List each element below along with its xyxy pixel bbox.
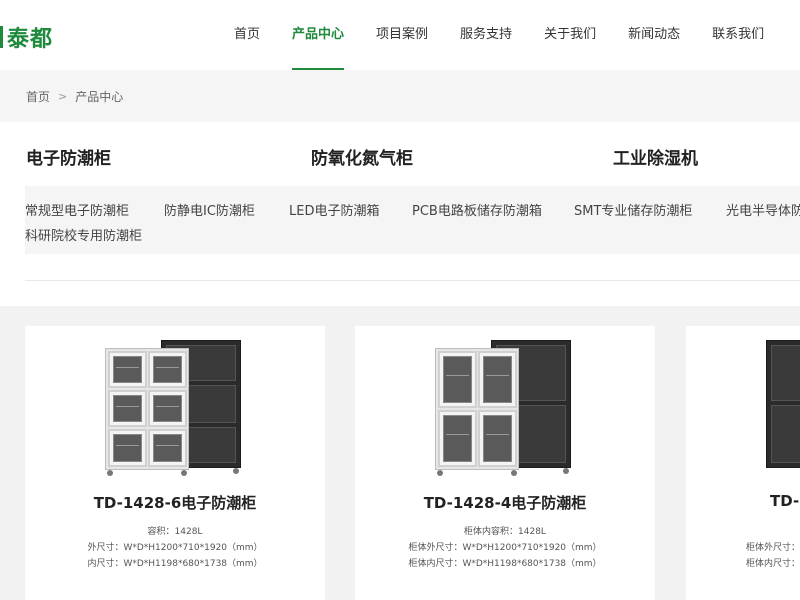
- product-image[interactable]: [766, 340, 800, 478]
- subcategory-item[interactable]: PCB电路板储存防潮箱: [412, 200, 542, 219]
- product-title[interactable]: TD-1428-6电子防潮柜: [25, 492, 325, 513]
- product-spec: 柜体外尺寸：: [746, 543, 800, 553]
- subcategory-item[interactable]: 科研院校专用防潮柜: [25, 225, 142, 244]
- subcategory-item[interactable]: 光电半导体防: [726, 200, 800, 219]
- category-title-dehumidifier[interactable]: 工业除湿机: [613, 144, 698, 169]
- divider: [25, 280, 800, 281]
- product-image[interactable]: [105, 340, 245, 478]
- logo-mark: [0, 26, 3, 48]
- product-card[interactable]: TD-1428-6电子防潮柜 容积：1428L 外尺寸：W*D*H1200*71…: [25, 326, 325, 600]
- nav-item-news[interactable]: 新闻动态: [612, 0, 696, 70]
- breadcrumb-separator-icon: >: [58, 90, 68, 103]
- main-nav: 首页 产品中心 项目案例 服务支持 关于我们 新闻动态 联系我们: [218, 0, 780, 70]
- product-spec: 柜体内容积：1428L: [464, 527, 546, 537]
- nav-item-products[interactable]: 产品中心: [276, 0, 360, 70]
- subcategory-item[interactable]: 防静电IC防潮柜: [164, 200, 255, 219]
- product-image[interactable]: [435, 340, 575, 478]
- product-spec: 柜体外尺寸：W*D*H1200*710*1920（mm）: [408, 543, 602, 553]
- cabinet-dark-image: [766, 340, 800, 468]
- nav-item-about[interactable]: 关于我们: [528, 0, 612, 70]
- product-title[interactable]: TD-1428-4电子防潮柜: [355, 492, 655, 513]
- breadcrumb-current[interactable]: 产品中心: [75, 88, 123, 105]
- product-spec: 外尺寸：W*D*H1200*710*1920（mm）: [87, 543, 263, 553]
- product-spec: 柜体内尺寸：W*D*H1198*680*1738（mm）: [408, 559, 602, 569]
- breadcrumb: 首页 > 产品中心: [26, 88, 123, 105]
- subcategory-band: 常规型电子防潮柜 防静电IC防潮柜 LED电子防潮箱 PCB电路板储存防潮箱 S…: [25, 186, 800, 254]
- subcategory-item[interactable]: SMT专业储存防潮柜: [574, 200, 692, 219]
- product-card[interactable]: TD-1428-4电子防潮柜 柜体内容积：1428L 柜体外尺寸：W*D*H12…: [355, 326, 655, 600]
- cabinet-light-image: [435, 348, 519, 470]
- breadcrumb-band: 首页 > 产品中心: [0, 70, 800, 122]
- nav-item-home[interactable]: 首页: [218, 0, 276, 70]
- brand-logo[interactable]: 泰都: [0, 22, 53, 52]
- product-title[interactable]: TD-: [770, 492, 799, 510]
- site-header: 泰都 首页 产品中心 项目案例 服务支持 关于我们 新闻动态 联系我们: [0, 0, 800, 70]
- cabinet-light-image: [105, 348, 189, 470]
- nav-item-support[interactable]: 服务支持: [444, 0, 528, 70]
- subcategory-item[interactable]: LED电子防潮箱: [289, 200, 379, 219]
- category-section: 电子防潮柜 防氧化氮气柜 工业除湿机 常规型电子防潮柜 防静电IC防潮柜 LED…: [0, 122, 800, 306]
- subcategory-item[interactable]: 常规型电子防潮柜: [25, 200, 129, 219]
- product-spec: 内尺寸：W*D*H1198*680*1738（mm）: [87, 559, 263, 569]
- product-list: TD-1428-6电子防潮柜 容积：1428L 外尺寸：W*D*H1200*71…: [0, 306, 800, 600]
- nav-item-cases[interactable]: 项目案例: [360, 0, 444, 70]
- product-card[interactable]: TD- 柜体外尺寸： 柜体内尺寸：: [686, 326, 800, 600]
- breadcrumb-home[interactable]: 首页: [26, 88, 50, 105]
- category-title-nitrogen-cabinet[interactable]: 防氧化氮气柜: [311, 144, 413, 169]
- logo-text: 泰都: [7, 26, 54, 52]
- product-spec: 容积：1428L: [147, 527, 203, 537]
- product-spec: 柜体内尺寸：: [746, 559, 800, 569]
- nav-item-contact[interactable]: 联系我们: [696, 0, 780, 70]
- category-title-moisture-cabinet[interactable]: 电子防潮柜: [26, 144, 111, 169]
